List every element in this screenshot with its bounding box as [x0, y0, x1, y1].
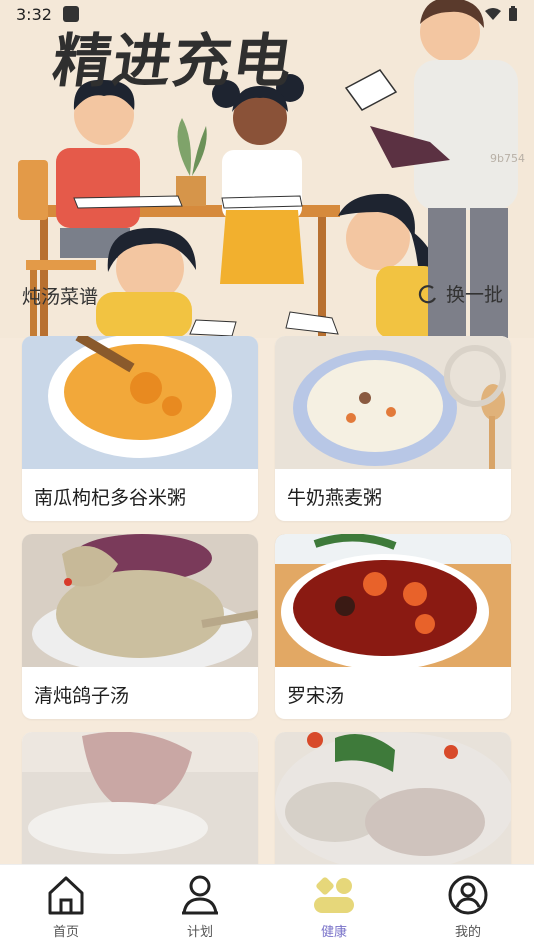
recipe-card[interactable]: 清炖鸽子汤	[22, 534, 258, 719]
battery-icon	[509, 6, 517, 21]
recipe-name: 清炖鸽子汤	[34, 685, 130, 707]
recipe-name: 南瓜枸杞多谷米粥	[34, 487, 187, 509]
recipe-card[interactable]: 罗宋汤	[275, 534, 511, 719]
status-bar: 3:32	[0, 0, 534, 28]
notification-icon	[63, 6, 79, 22]
home-icon	[48, 876, 84, 915]
recipe-image	[22, 336, 258, 469]
refresh-button[interactable]: 换一批	[418, 280, 503, 307]
bottom-nav: 首页 计划 健康 我的	[0, 864, 534, 951]
nav-home[interactable]: 首页	[26, 873, 106, 940]
refresh-icon	[418, 284, 436, 303]
recipe-image	[22, 534, 258, 667]
recipe-name: 罗宋汤	[287, 685, 345, 707]
banner-watermark: 9b754	[490, 152, 525, 165]
nav-label: 健康	[320, 925, 347, 940]
recipe-image	[275, 732, 511, 865]
nav-label: 计划	[186, 925, 213, 940]
nav-label: 首页	[52, 925, 79, 940]
refresh-label: 换一批	[446, 284, 504, 306]
nav-plan[interactable]: 计划	[160, 873, 240, 940]
banner[interactable]: 精进充电 9b754 炖汤菜谱 换一批	[0, 0, 534, 338]
recipe-image	[22, 732, 258, 865]
nav-health[interactable]: 健康	[294, 873, 374, 940]
recipe-name: 牛奶燕麦粥	[287, 487, 383, 509]
recipe-image	[275, 336, 511, 469]
person-icon	[182, 875, 218, 915]
status-time: 3:32	[16, 5, 52, 24]
recipe-card[interactable]: 南瓜枸杞多谷米粥	[22, 336, 258, 521]
status-icons	[484, 6, 518, 22]
recipe-image	[275, 534, 511, 667]
section-title: 炖汤菜谱	[22, 286, 99, 308]
nav-profile[interactable]: 我的	[428, 873, 508, 940]
wifi-icon	[485, 8, 501, 20]
profile-icon	[448, 875, 488, 915]
nav-label: 我的	[454, 925, 481, 940]
health-icon	[314, 877, 354, 913]
recipe-card[interactable]: 牛奶燕麦粥	[275, 336, 511, 521]
